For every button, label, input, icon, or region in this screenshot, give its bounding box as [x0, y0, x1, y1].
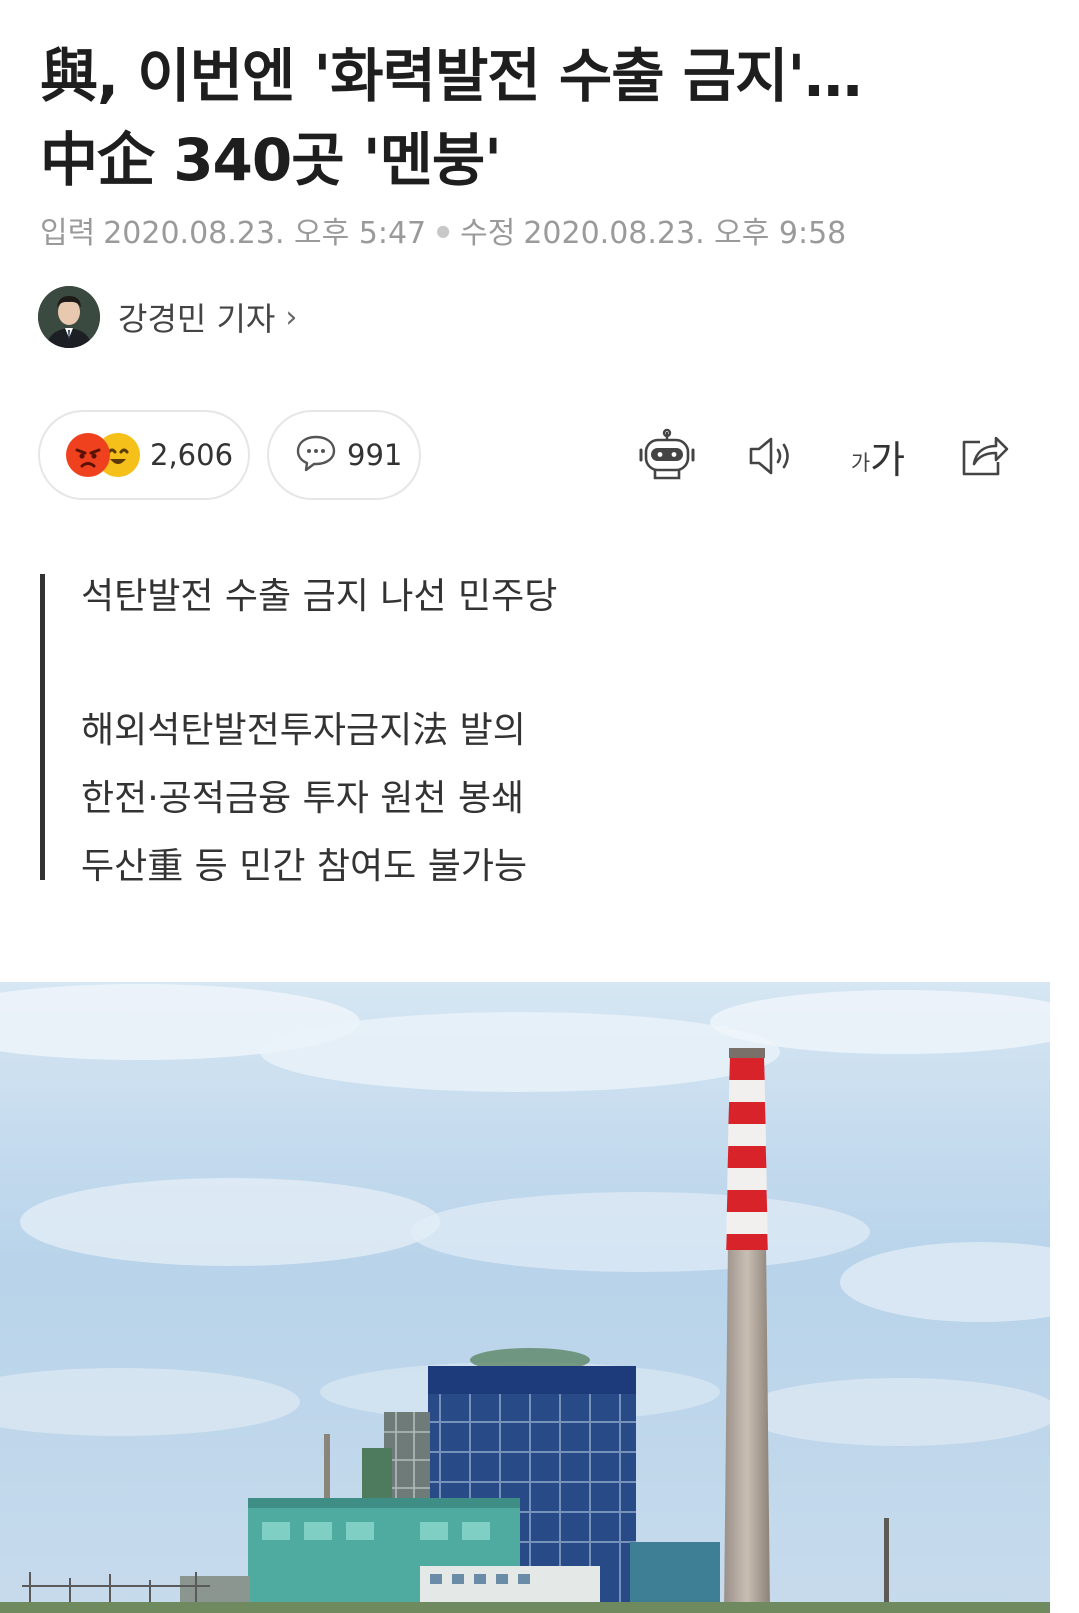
power-plant-photo: [0, 982, 1050, 1613]
robot-summary-icon[interactable]: [637, 426, 697, 486]
edit-label: 수정: [460, 216, 516, 251]
summary-line-2: 해외석탄발전투자금지法 발의: [81, 710, 526, 751]
headline-line-1: 與, 이번엔 '화력발전 수출 금지'…: [40, 42, 862, 110]
font-size-large-label: 가: [870, 437, 906, 482]
summary-line-4: 두산重 등 민간 참여도 불가능: [81, 846, 528, 887]
summary-line-3: 한전·공적금융 투자 원천 봉쇄: [81, 778, 525, 819]
author-avatar: [38, 286, 100, 348]
edit-datetime: 2020.08.23. 오후 9:58: [523, 216, 847, 251]
angry-emoji-icon: [66, 433, 110, 477]
font-size-small-label: 가: [850, 451, 871, 475]
article-headline: 與, 이번엔 '화력발전 수출 금지'… 中企 340곳 '멘붕': [40, 34, 1040, 202]
speech-bubble-icon: [295, 433, 337, 477]
reaction-count: 2,606: [150, 438, 234, 472]
font-size-icon[interactable]: 가 가: [846, 426, 910, 486]
reaction-button[interactable]: 2,606: [38, 410, 250, 500]
article-meta: 입력 2020.08.23. 오후 5:47 ● 수정 2020.08.23. …: [40, 210, 847, 251]
author-name: 강경민 기자: [118, 300, 276, 338]
speaker-icon[interactable]: [742, 426, 802, 486]
author-link[interactable]: 강경민 기자 ›: [38, 286, 297, 348]
article-summary: 석탄발전 수출 금지 나선 민주당 해외석탄발전투자금지法 발의 한전·공적금융…: [40, 574, 740, 887]
comment-count: 991: [347, 438, 403, 472]
input-datetime: 2020.08.23. 오후 5:47: [103, 216, 427, 251]
chevron-right-icon: ›: [285, 299, 298, 335]
meta-separator-dot: ●: [436, 220, 451, 240]
headline-line-2: 中企 340곳 '멘붕': [40, 126, 502, 194]
summary-line-1: 석탄발전 수출 금지 나선 민주당: [81, 576, 558, 617]
input-label: 입력: [40, 216, 96, 251]
comment-button[interactable]: 991: [267, 410, 421, 500]
share-icon[interactable]: [954, 426, 1014, 486]
